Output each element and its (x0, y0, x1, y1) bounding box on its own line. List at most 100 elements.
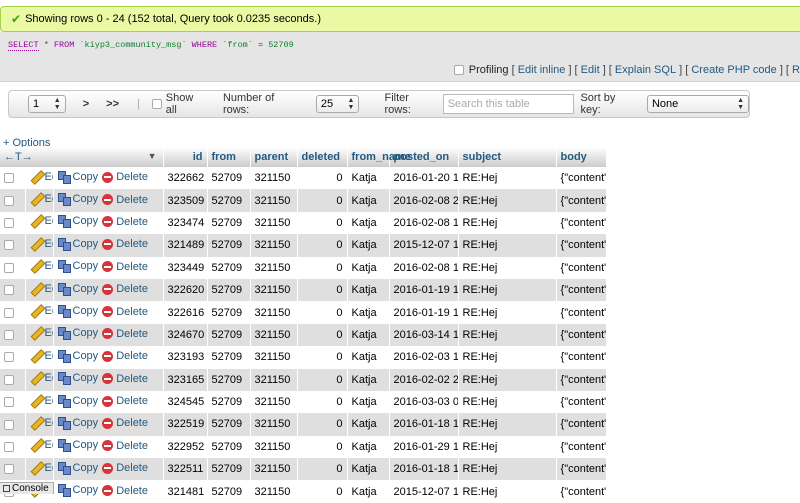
console-tab[interactable]: Console (0, 482, 54, 494)
next-page-button[interactable]: > (83, 98, 89, 110)
cell-from[interactable]: 52709 (207, 458, 251, 481)
cell-from[interactable]: 52709 (207, 390, 251, 414)
cell-deleted[interactable]: 0 (297, 346, 348, 369)
cell-id[interactable]: 322519 (163, 413, 208, 436)
copy-link[interactable]: Copy (57, 215, 98, 229)
cell-from[interactable]: 52709 (207, 189, 251, 212)
cell-subject[interactable]: RE:Hej (458, 323, 557, 347)
cell-from-name[interactable]: Katja (347, 323, 390, 347)
row-checkbox[interactable] (4, 195, 14, 206)
cell-deleted[interactable]: 0 (297, 211, 348, 235)
cell-posted-on[interactable]: 2015-12-07 18:17:44 (389, 480, 459, 503)
edit-link[interactable]: Edit (30, 462, 53, 474)
cell-posted-on[interactable]: 2016-02-08 11:17:41 (389, 256, 459, 279)
cell-subject[interactable]: RE:Hej (458, 278, 557, 302)
cell-from[interactable]: 52709 (207, 301, 251, 324)
row-checkbox[interactable] (4, 352, 14, 363)
cell-parent[interactable]: 321150 (250, 346, 298, 369)
column-header-from-name[interactable]: from_name (347, 147, 411, 167)
column-header-deleted[interactable]: deleted (297, 147, 348, 167)
cell-from-name[interactable]: Katja (347, 458, 390, 481)
cell-id[interactable]: 323449 (163, 256, 208, 279)
cell-deleted[interactable]: 0 (297, 167, 348, 190)
cell-posted-on[interactable]: 2016-02-02 21:59:58 (389, 368, 459, 391)
cell-from-name[interactable]: Katja (347, 368, 390, 391)
delete-link[interactable]: Delete (102, 417, 148, 429)
cell-body[interactable]: {"content":"I går morges havde jeg det v… (556, 167, 607, 190)
cell-parent[interactable]: 321150 (250, 413, 298, 436)
cell-posted-on[interactable]: 2016-02-08 16:42:42 (389, 211, 459, 235)
copy-link[interactable]: Copy (57, 237, 98, 251)
edit-link[interactable]: Edit (30, 439, 53, 451)
cell-subject[interactable]: RE:Hej (458, 189, 557, 212)
cell-from-name[interactable]: Katja (347, 390, 390, 414)
cell-deleted[interactable]: 0 (297, 413, 348, 436)
cell-subject[interactable]: RE:Hej (458, 234, 557, 257)
cell-from[interactable]: 52709 (207, 435, 251, 459)
last-page-button[interactable]: >> (106, 98, 119, 110)
cell-id[interactable]: 322511 (163, 458, 208, 481)
sort-by-key-select[interactable]: None ▲ ▼ (646, 95, 749, 113)
cell-from[interactable]: 52709 (207, 234, 251, 257)
row-checkbox[interactable] (4, 240, 14, 251)
profiling-checkbox[interactable] (453, 65, 464, 75)
filter-rows-input[interactable]: Search this table (442, 94, 575, 114)
cell-body[interactable]: {"content":"Det var i hvert fald rart at… (556, 346, 607, 369)
cell-id[interactable]: 322662 (163, 167, 208, 190)
delete-link[interactable]: Delete (102, 306, 148, 318)
cell-body[interactable]: {"content":"Han har lovet at skrive sene… (556, 211, 607, 235)
cell-body[interactable]: {"content":"Jeg har dog tænkt mig at lad… (556, 234, 607, 257)
cell-posted-on[interactable]: 2016-03-14 12:28:44 (389, 323, 459, 347)
cell-posted-on[interactable]: 2016-01-20 12:52:27 (389, 167, 459, 190)
sort-arrow-icon[interactable]: ▼ (148, 151, 157, 161)
cell-parent[interactable]: 321150 (250, 323, 298, 347)
cell-parent[interactable]: 321150 (250, 480, 298, 503)
cell-body[interactable]: {"content":"Han har været nødt til at ud… (556, 256, 607, 279)
row-checkbox[interactable] (4, 374, 14, 385)
cell-subject[interactable]: RE:Hej (458, 458, 557, 481)
delete-link[interactable]: Delete (102, 283, 148, 295)
row-checkbox[interactable] (4, 218, 14, 229)
cell-body[interactable]: {"content":"Han har fortalt mig for lidt… (556, 413, 607, 436)
cell-id[interactable]: 324670 (163, 323, 208, 347)
cell-posted-on[interactable]: 2016-01-18 19:22:00 (389, 413, 459, 436)
copy-link[interactable]: Copy (57, 349, 98, 363)
cell-deleted[interactable]: 0 (297, 323, 348, 347)
edit-link[interactable]: Edit (30, 283, 53, 295)
cell-parent[interactable]: 321150 (250, 234, 298, 257)
edit-link[interactable]: Edit (30, 417, 53, 429)
column-header-body[interactable]: body (556, 147, 607, 167)
cell-id[interactable]: 323474 (163, 211, 208, 235)
cell-body[interactable]: {"content":"Jeg har ikke rigtigt hørt no… (556, 458, 607, 481)
row-checkbox[interactable] (4, 441, 14, 452)
cell-subject[interactable]: RE:Hej (458, 211, 557, 235)
cell-from-name[interactable]: Katja (347, 167, 390, 190)
cell-from-name[interactable]: Katja (347, 301, 390, 324)
copy-link[interactable]: Copy (57, 282, 98, 296)
edit-link[interactable]: Edit (30, 327, 53, 339)
cell-parent[interactable]: 321150 (250, 256, 298, 279)
edit-link[interactable]: Edit (30, 305, 53, 317)
cell-subject[interactable]: RE:Hej (458, 413, 557, 436)
row-checkbox[interactable] (4, 285, 14, 296)
cell-id[interactable]: 323193 (163, 346, 208, 369)
cell-from-name[interactable]: Katja (347, 413, 390, 436)
edit-link[interactable]: Edit (30, 215, 53, 227)
copy-link[interactable]: Copy (57, 305, 98, 319)
row-checkbox[interactable] (4, 173, 14, 184)
edit-inline-link[interactable]: Edit inline (518, 64, 566, 76)
cell-from[interactable]: 52709 (207, 211, 251, 235)
cell-id[interactable]: 322616 (163, 301, 208, 324)
cell-deleted[interactable]: 0 (297, 234, 348, 257)
cell-body[interactable]: {"content":"Jeg kan ikke, er ikke nået d… (556, 435, 607, 459)
explain-sql-link[interactable]: Explain SQL (615, 64, 676, 76)
row-checkbox[interactable] (4, 419, 14, 430)
cell-deleted[interactable]: 0 (297, 256, 348, 279)
cell-body[interactable]: {"content":"Han har ikke rigtig sagt nog… (556, 278, 607, 302)
column-header-posted-on[interactable]: posted_on (389, 147, 459, 167)
delete-link[interactable]: Delete (102, 238, 148, 250)
copy-link[interactable]: Copy (57, 416, 98, 430)
cell-from-name[interactable]: Katja (347, 346, 390, 369)
cell-posted-on[interactable]: 2016-01-18 12:49:02 (389, 458, 459, 481)
cell-from[interactable]: 52709 (207, 480, 251, 503)
